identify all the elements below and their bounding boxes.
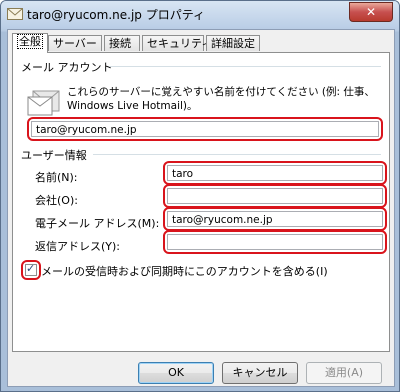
cancel-button[interactable]: キャンセル: [222, 362, 298, 384]
name-label: 名前(N):: [35, 171, 78, 184]
company-label: 会社(O):: [35, 194, 78, 207]
user-info-heading: ユーザー情報: [21, 149, 87, 162]
ok-button[interactable]: OK: [138, 362, 214, 384]
dialog-client: 全般 サーバー 接続 セキュリティ 詳細設定 メール アカウント これらのサーバ…: [7, 29, 395, 387]
email-field[interactable]: taro@ryucom.ne.jp: [167, 211, 383, 227]
reply-address-field[interactable]: [167, 234, 383, 250]
general-panel: メール アカウント これらのサーバーに覚えやすい名前を付けてください (例: 仕…: [12, 52, 390, 352]
window-title: taro@ryucom.ne.jp プロパティ: [27, 8, 206, 22]
group-divider: [93, 154, 381, 155]
mail-account-heading: メール アカウント: [21, 61, 113, 74]
company-field[interactable]: [167, 188, 383, 204]
close-icon: ✕: [365, 5, 377, 19]
tab-security[interactable]: セキュリティ: [142, 35, 212, 51]
account-name-field[interactable]: taro@ryucom.ne.jp: [31, 121, 379, 137]
envelope-icon: [27, 90, 60, 116]
checkmark-icon: ✓: [26, 262, 36, 275]
tab-connection[interactable]: 接続: [104, 35, 140, 51]
name-field[interactable]: taro: [167, 165, 383, 181]
include-account-checkbox[interactable]: ✓: [25, 262, 37, 276]
email-label: 電子メール アドレス(M):: [35, 217, 160, 230]
tab-general[interactable]: 全般: [12, 33, 48, 53]
tab-advanced[interactable]: 詳細設定: [206, 35, 260, 51]
close-button[interactable]: ✕: [349, 2, 393, 22]
group-divider: [109, 66, 381, 67]
account-description: これらのサーバーに覚えやすい名前を付けてください (例: 仕事、Windows …: [67, 86, 375, 112]
reply-label: 返信アドレス(Y):: [35, 240, 121, 253]
properties-dialog: taro@ryucom.ne.jp プロパティ ✕ 全般 サーバー 接続 セキュ…: [0, 0, 400, 392]
tab-servers[interactable]: サーバー: [48, 35, 102, 51]
mail-icon: [7, 8, 23, 20]
title-bar[interactable]: taro@ryucom.ne.jp プロパティ ✕: [1, 1, 399, 29]
apply-button[interactable]: 適用(A): [306, 362, 382, 384]
include-account-label[interactable]: メールの受信時および同期時にこのアカウントを含める(I): [41, 263, 328, 279]
